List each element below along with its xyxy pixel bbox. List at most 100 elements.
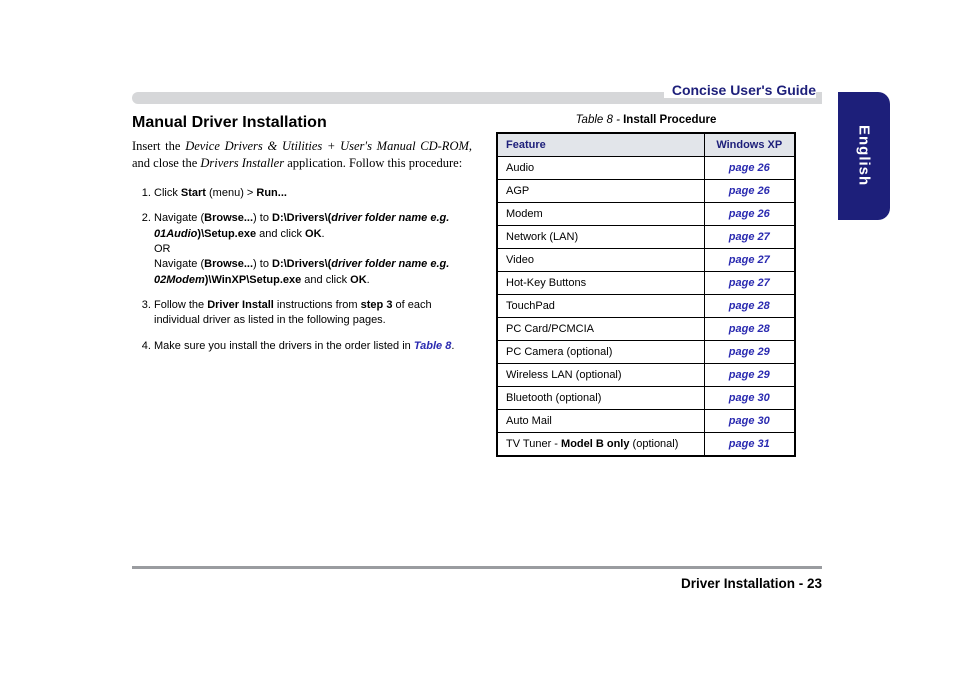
feature-cell: PC Camera (optional)	[497, 341, 704, 364]
feature-cell: Auto Mail	[497, 410, 704, 433]
table-row: TouchPad page 28	[497, 295, 795, 318]
step-text: ) to	[253, 212, 272, 224]
page-link[interactable]: page 28	[729, 300, 770, 312]
step-bold: Browse...	[204, 258, 253, 270]
table-row: Modem page 26	[497, 203, 795, 226]
table-row: AGP page 26	[497, 180, 795, 203]
feature-cell: Modem	[497, 203, 704, 226]
step-text: Follow the	[154, 299, 207, 311]
page-link[interactable]: page 30	[729, 392, 770, 404]
footer-text: Driver Installation - 23	[681, 576, 822, 591]
page-cell: page 27	[704, 249, 795, 272]
intro-paragraph: Insert the Device Drivers & Utilities + …	[132, 138, 472, 172]
step-3: Follow the Driver Install instructions f…	[154, 298, 472, 329]
page-cell: page 30	[704, 387, 795, 410]
step-text: instructions from	[274, 299, 361, 311]
intro-text: Insert the	[132, 139, 185, 153]
step-text: and click	[256, 228, 305, 240]
feature-cell: TV Tuner - Model B only (optional)	[497, 433, 704, 457]
step-text: .	[451, 340, 454, 352]
table-row: Audio page 26	[497, 157, 795, 180]
step-bold: )\WinXP\Setup.exe	[205, 274, 301, 286]
page-link[interactable]: page 27	[729, 231, 770, 243]
feature-cell: Audio	[497, 157, 704, 180]
page-link[interactable]: page 26	[729, 162, 770, 174]
page-link[interactable]: page 28	[729, 323, 770, 335]
page-link[interactable]: page 27	[729, 254, 770, 266]
table-row: PC Camera (optional) page 29	[497, 341, 795, 364]
page-link[interactable]: page 29	[729, 369, 770, 381]
intro-italic-2: Drivers Installer	[200, 156, 284, 170]
step-text: and click	[301, 274, 350, 286]
page-cell: page 30	[704, 410, 795, 433]
page-link[interactable]: page 31	[729, 438, 770, 450]
feature-cell: Bluetooth (optional)	[497, 387, 704, 410]
page-cell: page 31	[704, 433, 795, 457]
guide-title: Concise User's Guide	[664, 82, 816, 98]
header-bar: Concise User's Guide	[132, 82, 822, 104]
table-row: TV Tuner - Model B only (optional) page 3…	[497, 433, 795, 457]
step-text: (menu) >	[206, 187, 256, 199]
table-row: Network (LAN) page 27	[497, 226, 795, 249]
page-content: Concise User's Guide Manual Driver Insta…	[132, 82, 822, 457]
language-tab[interactable]: English	[838, 92, 890, 220]
feature-cell: Wireless LAN (optional)	[497, 364, 704, 387]
step-bold: Driver Install	[207, 299, 274, 311]
step-4: Make sure you install the drivers in the…	[154, 339, 472, 354]
page-link[interactable]: page 27	[729, 277, 770, 289]
page-cell: page 28	[704, 295, 795, 318]
feature-cell: AGP	[497, 180, 704, 203]
step-bold: OK	[305, 228, 322, 240]
feature-cell: TouchPad	[497, 295, 704, 318]
table-row: Hot-Key Buttons page 27	[497, 272, 795, 295]
page-cell: page 26	[704, 180, 795, 203]
footer-rule	[132, 566, 822, 569]
step-bold: Browse...	[204, 212, 253, 224]
page-link[interactable]: page 26	[729, 208, 770, 220]
page-cell: page 27	[704, 226, 795, 249]
table-caption: Table 8 - Install Procedure	[496, 114, 796, 126]
col-winxp: Windows XP	[704, 133, 795, 157]
page-link[interactable]: page 29	[729, 346, 770, 358]
step-text: Navigate (	[154, 258, 204, 270]
step-2: Navigate (Browse...) to D:\Drivers\(driv…	[154, 211, 472, 288]
step-bold: D:\Drivers\(	[272, 212, 331, 224]
content-columns: Manual Driver Installation Insert the De…	[132, 114, 822, 457]
step-text: Make sure you install the drivers in the…	[154, 340, 414, 352]
feature-cell: Network (LAN)	[497, 226, 704, 249]
table-header-row: Feature Windows XP	[497, 133, 795, 157]
step-text: Click	[154, 187, 181, 199]
table-8-reference[interactable]: Table 8	[414, 340, 452, 352]
page-cell: page 26	[704, 157, 795, 180]
table-row: Bluetooth (optional) page 30	[497, 387, 795, 410]
step-text: ) to	[253, 258, 272, 270]
page-cell: page 29	[704, 341, 795, 364]
language-label: English	[856, 125, 873, 186]
left-column: Manual Driver Installation Insert the De…	[132, 114, 472, 457]
table-row: Wireless LAN (optional) page 29	[497, 364, 795, 387]
page-cell: page 29	[704, 364, 795, 387]
page-link[interactable]: page 26	[729, 185, 770, 197]
table-row: Videopage 27	[497, 249, 795, 272]
table-row: PC Card/PCMCIApage 28	[497, 318, 795, 341]
page-cell: page 27	[704, 272, 795, 295]
table-name: Install Procedure	[620, 114, 717, 126]
page-cell: page 26	[704, 203, 795, 226]
section-title: Manual Driver Installation	[132, 114, 472, 132]
step-text: Navigate (	[154, 212, 204, 224]
step-1: Click Start (menu) > Run...	[154, 186, 472, 201]
right-column: Table 8 - Install Procedure Feature Wind…	[496, 114, 796, 457]
intro-italic-1: Device Drivers & Utilities + User's Manu…	[185, 139, 469, 153]
feature-cell: Hot-Key Buttons	[497, 272, 704, 295]
step-bold: OK	[350, 274, 367, 286]
page-link[interactable]: page 30	[729, 415, 770, 427]
step-bold: step 3	[361, 299, 393, 311]
step-bold: )\Setup.exe	[197, 228, 256, 240]
step-bold: Start	[181, 187, 206, 199]
step-or: OR	[154, 243, 171, 255]
col-feature: Feature	[497, 133, 704, 157]
step-bold: Run...	[256, 187, 287, 199]
steps-list: Click Start (menu) > Run... Navigate (Br…	[132, 186, 472, 355]
page-cell: page 28	[704, 318, 795, 341]
install-procedure-table: Feature Windows XP Audio page 26 AGP page 2…	[496, 132, 796, 457]
